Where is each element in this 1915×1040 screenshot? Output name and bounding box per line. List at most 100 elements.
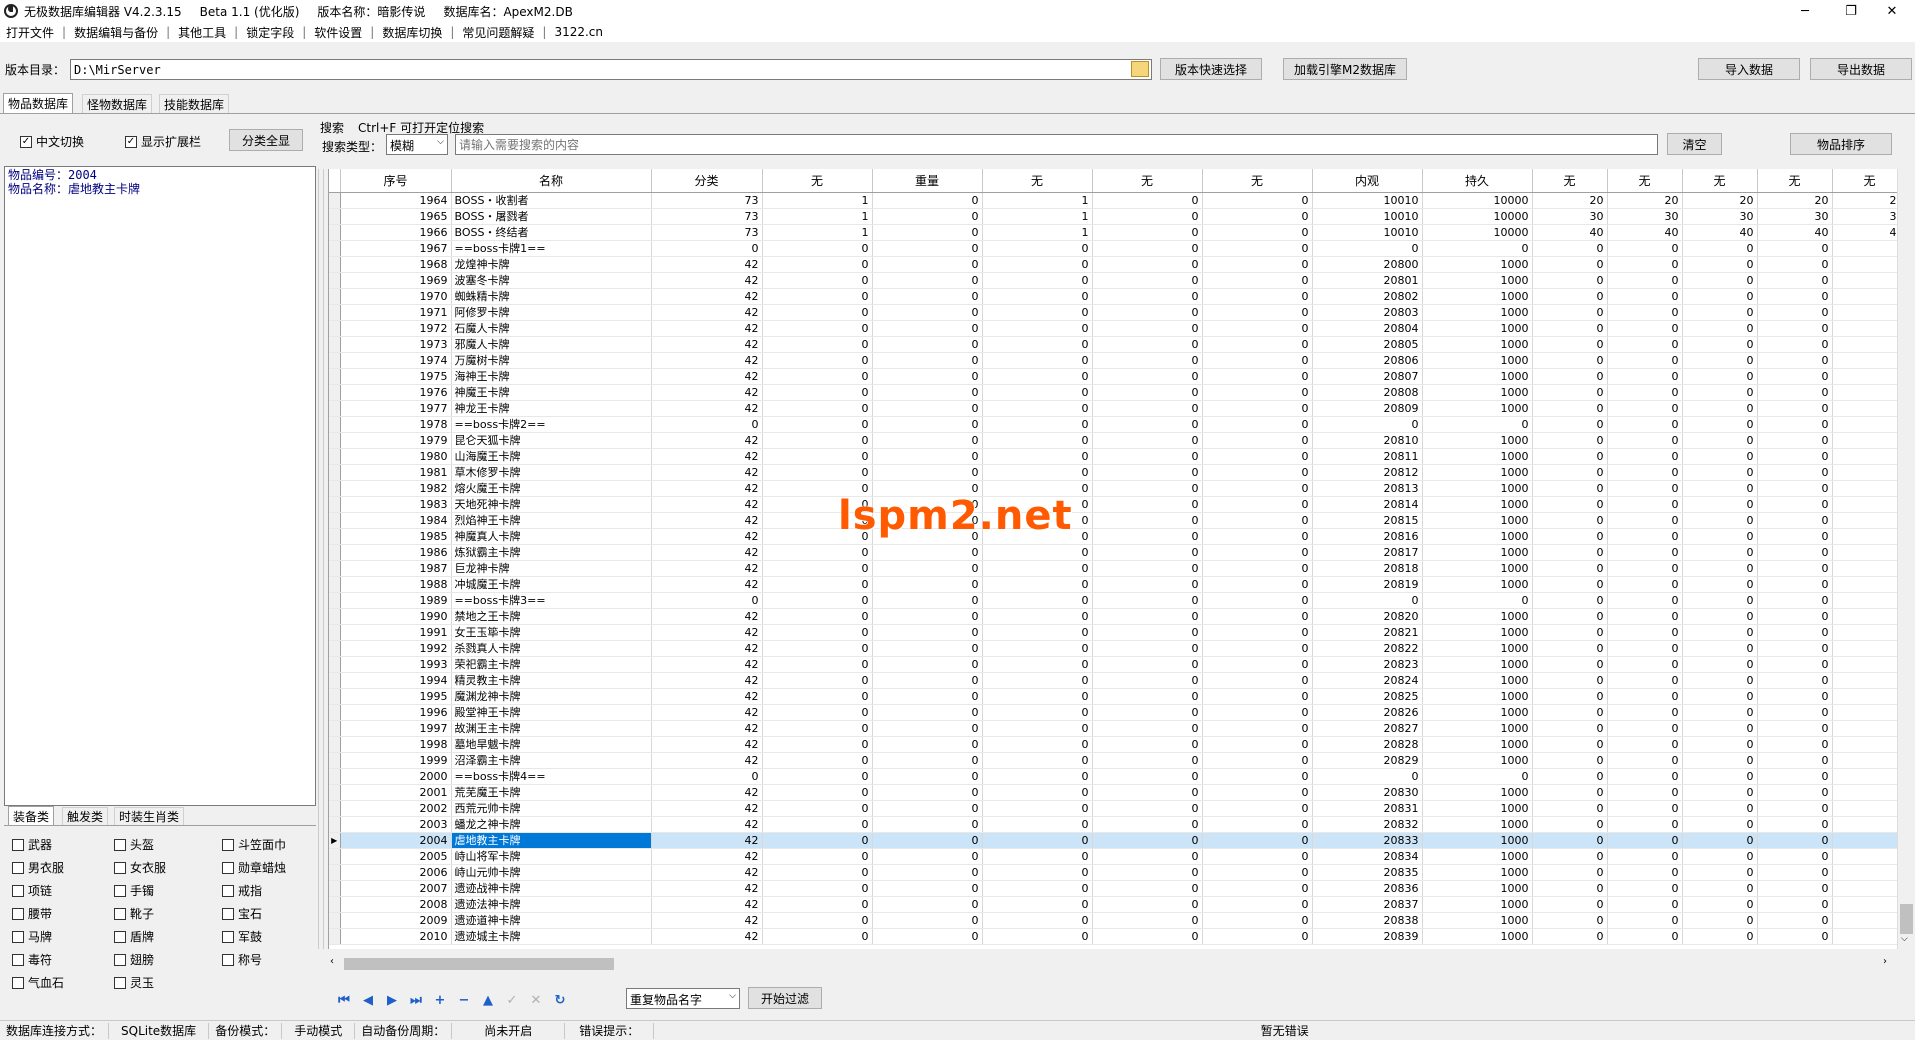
table-cell[interactable]: 1000: [1422, 256, 1533, 273]
table-cell[interactable]: 20: [1832, 192, 1908, 209]
table-row[interactable]: 2003蟠龙之神卡牌420000020832100000000: [329, 816, 1908, 833]
table-cell[interactable]: 0: [872, 192, 983, 209]
category-checkbox[interactable]: 灵玉: [114, 974, 154, 991]
table-cell[interactable]: 42: [651, 576, 763, 593]
table-cell[interactable]: 0: [872, 384, 983, 401]
tab-items[interactable]: 物品数据库: [3, 93, 74, 113]
table-cell[interactable]: 0: [872, 768, 983, 785]
table-cell[interactable]: 0: [872, 592, 983, 609]
table-row[interactable]: ▶2004虐地教主卡牌420000020833100000000: [329, 832, 1908, 849]
search-type-select[interactable]: 模糊 ⌵: [386, 134, 448, 155]
cell-id[interactable]: 1965: [340, 208, 452, 225]
table-cell[interactable]: 1000: [1422, 656, 1533, 673]
table-cell[interactable]: 0: [1092, 416, 1203, 433]
table-cell[interactable]: 0: [1757, 880, 1833, 897]
table-cell[interactable]: 0: [872, 896, 983, 913]
splitter[interactable]: [318, 169, 324, 949]
table-row[interactable]: 2001荒芜魔王卡牌420000020830100000000: [329, 784, 1908, 801]
table-cell[interactable]: 42: [651, 688, 763, 705]
table-row[interactable]: 1986炼狱霸主卡牌420000020817100000000: [329, 544, 1908, 561]
table-cell[interactable]: 0: [1202, 736, 1313, 753]
table-cell[interactable]: 1000: [1422, 864, 1533, 881]
column-header[interactable]: 无: [1092, 169, 1203, 193]
table-cell[interactable]: 0: [1092, 448, 1203, 465]
table-cell[interactable]: 0: [1607, 448, 1683, 465]
table-cell[interactable]: 0: [762, 576, 873, 593]
table-cell[interactable]: 1000: [1422, 288, 1533, 305]
column-header[interactable]: 内观: [1312, 169, 1423, 193]
table-cell[interactable]: 0: [1757, 896, 1833, 913]
row-indicator[interactable]: [329, 656, 341, 673]
table-cell[interactable]: 1000: [1422, 384, 1533, 401]
row-indicator[interactable]: [329, 384, 341, 401]
table-cell[interactable]: 0: [1832, 656, 1908, 673]
table-cell[interactable]: 0: [982, 800, 1093, 817]
table-cell[interactable]: 0: [872, 848, 983, 865]
clear-button[interactable]: 清空: [1667, 133, 1722, 155]
table-cell[interactable]: 0: [762, 800, 873, 817]
menu-db-switch[interactable]: 数据库切换: [376, 24, 448, 41]
table-cell[interactable]: 0: [1607, 784, 1683, 801]
table-cell[interactable]: 0: [1832, 912, 1908, 929]
table-cell[interactable]: 0: [1757, 240, 1833, 257]
table-cell[interactable]: 0: [1092, 864, 1203, 881]
row-indicator[interactable]: [329, 240, 341, 257]
table-cell[interactable]: 0: [1607, 416, 1683, 433]
table-cell[interactable]: 0: [1832, 672, 1908, 689]
table-cell[interactable]: 0: [1682, 656, 1758, 673]
table-cell[interactable]: 42: [651, 736, 763, 753]
table-cell[interactable]: 10000: [1422, 192, 1533, 209]
table-cell[interactable]: 0: [1832, 768, 1908, 785]
table-cell[interactable]: 0: [762, 256, 873, 273]
table-cell[interactable]: 0: [1092, 880, 1203, 897]
table-cell[interactable]: 0: [1757, 288, 1833, 305]
table-cell[interactable]: 0: [1682, 528, 1758, 545]
table-cell[interactable]: 0: [762, 880, 873, 897]
table-cell[interactable]: 0: [1532, 848, 1608, 865]
restore-icon[interactable]: ❐: [1828, 0, 1874, 22]
row-indicator[interactable]: [329, 784, 341, 801]
table-cell[interactable]: 42: [651, 880, 763, 897]
table-cell[interactable]: 0: [1202, 912, 1313, 929]
table-cell[interactable]: 0: [1092, 336, 1203, 353]
row-indicator[interactable]: [329, 272, 341, 289]
table-cell[interactable]: 0: [1092, 768, 1203, 785]
table-cell[interactable]: 20831: [1312, 800, 1423, 817]
table-cell[interactable]: 0: [1757, 272, 1833, 289]
table-cell[interactable]: 0: [1757, 576, 1833, 593]
table-cell[interactable]: 42: [651, 304, 763, 321]
table-cell[interactable]: 0: [1682, 688, 1758, 705]
cell-id[interactable]: 1966: [340, 224, 452, 241]
table-cell[interactable]: 0: [1832, 512, 1908, 529]
table-row[interactable]: 2000==boss卡牌4==0000000000000: [329, 768, 1908, 785]
table-cell[interactable]: 20835: [1312, 864, 1423, 881]
table-row[interactable]: 1997故渊王主卡牌420000020827100000000: [329, 720, 1908, 737]
table-cell[interactable]: 42: [651, 384, 763, 401]
cell-name[interactable]: 邪魔人卡牌: [451, 336, 652, 353]
row-indicator[interactable]: [329, 592, 341, 609]
table-cell[interactable]: 20838: [1312, 912, 1423, 929]
cell-id[interactable]: 1967: [340, 240, 452, 257]
load-engine-button[interactable]: 加载引擎M2数据库: [1283, 58, 1407, 80]
row-indicator[interactable]: [329, 896, 341, 913]
table-cell[interactable]: 0: [1607, 640, 1683, 657]
path-field[interactable]: D:\MirServer: [70, 59, 1152, 80]
table-cell[interactable]: 30: [1532, 208, 1608, 225]
table-cell[interactable]: 0: [1607, 912, 1683, 929]
table-cell[interactable]: 0: [651, 240, 763, 257]
table-cell[interactable]: 42: [651, 912, 763, 929]
table-cell[interactable]: 0: [1757, 704, 1833, 721]
table-cell[interactable]: 0: [1422, 768, 1533, 785]
table-cell[interactable]: 0: [1682, 256, 1758, 273]
table-cell[interactable]: 1: [762, 208, 873, 225]
table-cell[interactable]: 0: [1532, 656, 1608, 673]
table-cell[interactable]: 0: [1202, 880, 1313, 897]
table-cell[interactable]: 0: [982, 256, 1093, 273]
table-cell[interactable]: 0: [1532, 832, 1608, 849]
table-row[interactable]: 1981草木修罗卡牌420000020812100000000: [329, 464, 1908, 481]
table-cell[interactable]: 0: [1202, 896, 1313, 913]
table-cell[interactable]: 20812: [1312, 464, 1423, 481]
table-cell[interactable]: 0: [1682, 672, 1758, 689]
table-cell[interactable]: 20809: [1312, 400, 1423, 417]
show-all-categories-button[interactable]: 分类全显: [229, 129, 303, 151]
